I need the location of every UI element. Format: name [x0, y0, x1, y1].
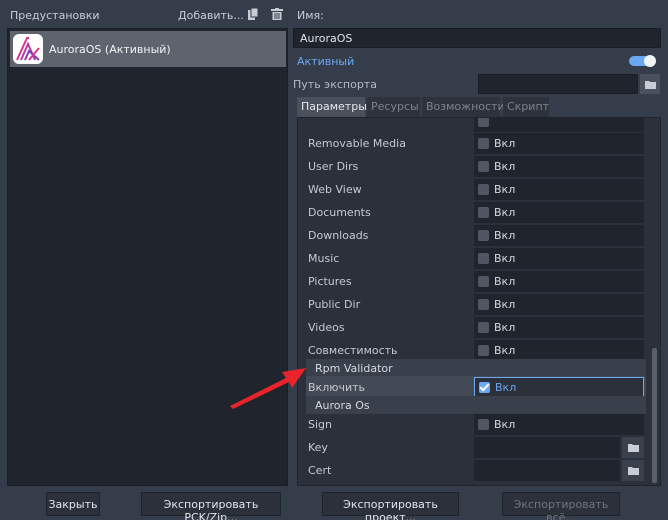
export-all-button[interactable]: Экспортировать всё... — [502, 492, 620, 520]
setting-label: Removable Media — [308, 136, 406, 150]
setting-row-cert: Cert — [306, 459, 646, 481]
close-button[interactable]: Закрыть — [46, 492, 100, 516]
setting-checkbox[interactable]: Вкл — [474, 270, 644, 292]
name-label: Имя: — [297, 9, 324, 22]
active-toggle[interactable] — [629, 55, 656, 67]
setting-label: Sign — [308, 417, 332, 431]
section-aurora-os[interactable]: Aurora Os — [306, 396, 646, 414]
add-preset-button[interactable]: Добавить... — [178, 9, 244, 22]
setting-label: Cert — [308, 463, 332, 477]
setting-label: Videos — [308, 320, 345, 334]
setting-label: Public Dir — [308, 297, 361, 311]
settings-scrollbar[interactable] — [652, 348, 657, 483]
setting-label: Documents — [308, 205, 371, 219]
setting-row-compatibility: Совместимость Вкл — [306, 339, 646, 361]
setting-label: Pictures — [308, 274, 352, 288]
annotation-arrow-icon — [230, 368, 306, 409]
tab-features[interactable]: Возможности — [422, 97, 505, 117]
export-path-input[interactable] — [478, 74, 638, 94]
setting-checkbox[interactable]: Вкл — [474, 132, 644, 154]
checkbox-icon — [478, 418, 489, 430]
setting-label: Music — [308, 251, 340, 265]
tab-script[interactable]: Скрипт — [503, 97, 549, 117]
preset-item-auroraos[interactable]: AuroraOS (Активный) — [10, 31, 286, 67]
setting-row-key: Key — [306, 436, 646, 458]
setting-row-public-dir: Public Dir Вкл — [306, 293, 646, 315]
setting-label: Key — [308, 440, 328, 454]
folder-icon — [627, 466, 639, 475]
checkbox-icon — [478, 206, 489, 218]
setting-checkbox[interactable]: Вкл — [474, 247, 644, 269]
setting-label: Совместимость — [308, 343, 398, 357]
export-pck-button[interactable]: Экспортировать PCK/Zip... — [141, 492, 281, 520]
setting-row-removable-media: Removable Media Вкл — [306, 132, 646, 154]
name-input[interactable]: AuroraOS — [293, 28, 661, 48]
preset-name: AuroraOS (Активный) — [49, 42, 171, 56]
tab-parameters[interactable]: Параметры — [297, 97, 367, 117]
folder-icon — [644, 80, 656, 89]
settings-panel: Removable Media Вкл User Dirs Вкл Web Vi… — [297, 117, 661, 486]
duplicate-icon[interactable] — [248, 8, 258, 20]
folder-icon — [627, 443, 639, 452]
setting-row-downloads: Downloads Вкл — [306, 224, 646, 246]
setting-row-videos: Videos Вкл — [306, 316, 646, 338]
setting-label: Web View — [308, 182, 362, 196]
checkbox-icon — [478, 183, 489, 195]
setting-row-rpm-enable: Включить Вкл — [306, 376, 646, 398]
export-project-button[interactable]: Экспортировать проект... — [322, 492, 459, 520]
setting-checkbox[interactable]: Вкл — [474, 155, 644, 177]
setting-checkbox[interactable]: Вкл — [474, 178, 644, 200]
setting-row-music: Music Вкл — [306, 247, 646, 269]
active-label: Активный — [297, 55, 355, 68]
setting-row-partial — [306, 118, 646, 132]
checkbox-icon — [478, 229, 489, 241]
presets-label: Предустановки — [10, 9, 100, 22]
setting-checkbox[interactable]: Вкл — [474, 376, 644, 398]
preset-list: AuroraOS (Активный) — [7, 28, 288, 486]
setting-checkbox[interactable]: Вкл — [474, 413, 644, 435]
section-rpm-validator[interactable]: Rpm Validator — [306, 359, 646, 377]
setting-checkbox[interactable]: Вкл — [474, 224, 644, 246]
checkbox-icon — [478, 252, 489, 264]
checkbox-icon — [478, 298, 489, 310]
checkbox-checked-icon — [479, 381, 490, 393]
key-browse-button[interactable] — [622, 436, 644, 458]
setting-row-web-view: Web View Вкл — [306, 178, 646, 200]
setting-label: Downloads — [308, 228, 369, 242]
setting-row-user-dirs: User Dirs Вкл — [306, 155, 646, 177]
key-path-input[interactable] — [474, 436, 620, 458]
export-path-label: Путь экспорта — [293, 78, 377, 91]
checkbox-icon — [478, 344, 489, 356]
setting-checkbox[interactable]: Вкл — [474, 201, 644, 223]
checkbox-icon — [478, 137, 489, 149]
setting-checkbox[interactable]: Вкл — [474, 316, 644, 338]
setting-row-sign: Sign Вкл — [306, 413, 646, 435]
cert-browse-button[interactable] — [622, 459, 644, 481]
checkbox-icon — [478, 321, 489, 333]
setting-label: Включить — [308, 380, 366, 394]
setting-checkbox[interactable]: Вкл — [474, 339, 644, 361]
setting-label: User Dirs — [308, 159, 359, 173]
setting-checkbox[interactable]: Вкл — [474, 293, 644, 315]
cert-path-input[interactable] — [474, 459, 620, 481]
export-path-browse-button[interactable] — [640, 74, 660, 94]
setting-row-documents: Documents Вкл — [306, 201, 646, 223]
setting-row-pictures: Pictures Вкл — [306, 270, 646, 292]
aurora-logo-icon — [13, 34, 43, 64]
tab-resources[interactable]: Ресурсы — [367, 97, 420, 117]
checkbox-icon — [478, 160, 489, 172]
checkbox-icon — [478, 275, 489, 287]
trash-icon[interactable] — [271, 8, 283, 20]
